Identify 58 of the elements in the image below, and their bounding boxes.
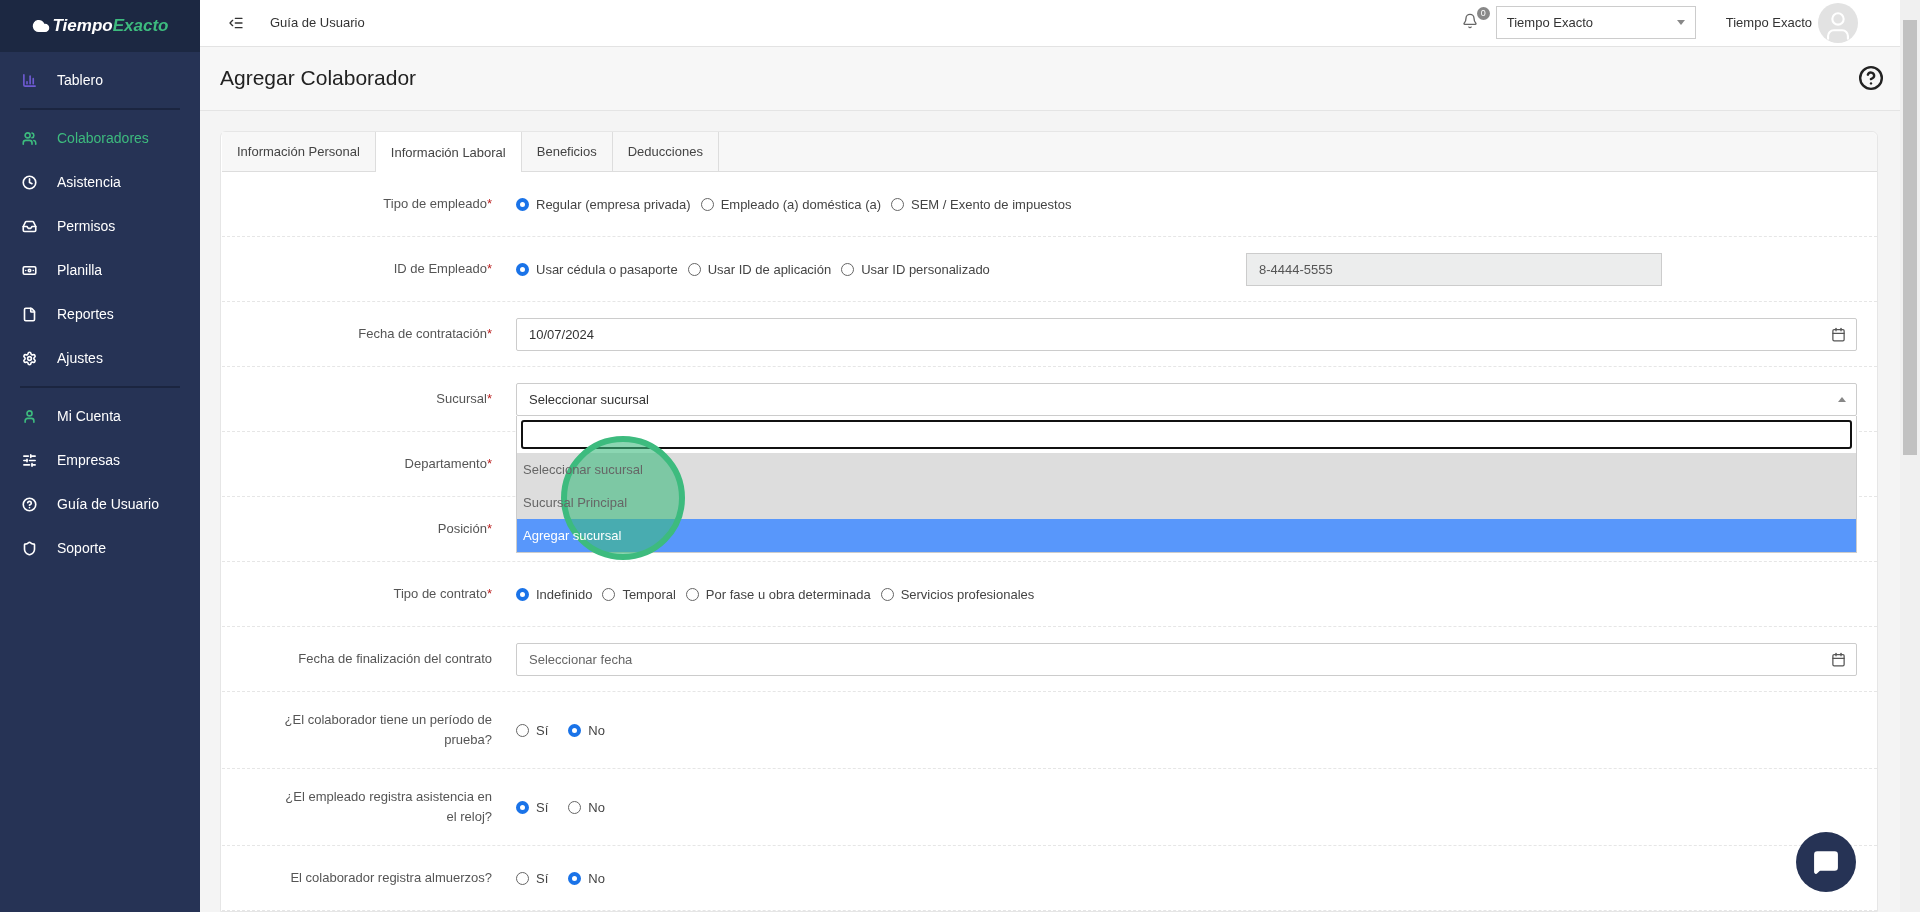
date-field[interactable]: Seleccionar fecha [516, 642, 1857, 676]
field-label: Posición* [436, 520, 492, 538]
radio-option[interactable]: Sí [516, 799, 549, 815]
radio-option[interactable]: SEM / Exento de impuestos [891, 196, 1072, 212]
field-label: ¿El colaborador tiene un período de prueba? [283, 711, 492, 749]
notification-badge: 0 [1476, 6, 1490, 20]
radio-option[interactable]: Usar ID de aplicación [687, 261, 832, 277]
scrollbar[interactable] [1900, 0, 1920, 912]
field-label: Sucursal* [435, 390, 492, 408]
sidebar-item[interactable]: Tablero [20, 58, 180, 102]
bell-icon[interactable] [1461, 12, 1478, 29]
sidebar-item[interactable]: Mi Cuenta [20, 394, 180, 438]
field-label: El colaborador registra almuerzos? [289, 869, 492, 887]
sidebar-item[interactable]: Permisos [20, 204, 180, 248]
user-name: Tiempo Exacto [1725, 15, 1812, 31]
sidebar-item[interactable]: Soporte [20, 526, 180, 570]
radio-option[interactable]: Temporal [602, 586, 676, 602]
cloud-icon [31, 17, 50, 35]
radio-option[interactable]: Empleado (a) doméstica (a) [700, 196, 882, 212]
radio-option[interactable]: Usar cédula o pasaporte [516, 261, 678, 277]
help-icon[interactable] [1858, 65, 1884, 92]
sidebar-item[interactable]: Empresas [20, 438, 180, 482]
radio-option[interactable]: Sí [516, 722, 549, 738]
radio-option[interactable]: No [568, 799, 605, 815]
calendar-icon [1831, 326, 1846, 342]
radio-option[interactable]: Usar ID personalizado [841, 261, 990, 277]
radio-option[interactable]: Regular (empresa privada) [516, 196, 691, 212]
date-field[interactable]: 10/07/2024 [516, 317, 1857, 351]
chat-icon [1813, 849, 1839, 875]
field-label: Tipo de empleado* [382, 195, 492, 213]
field-label: Tipo de contrato* [392, 585, 492, 603]
sidebar-item[interactable]: Asistencia [20, 160, 180, 204]
sidebar-item[interactable]: Reportes [20, 292, 180, 336]
field-label: ¿El empleado registra asistencia en el reloj? [284, 788, 492, 826]
search-field[interactable] [521, 419, 1852, 449]
tab[interactable]: Información Laboral [375, 132, 522, 172]
radio-option[interactable]: Sí [516, 870, 549, 886]
radio-option[interactable]: Por fase u obra determinada [685, 586, 871, 602]
select-field[interactable]: Seleccionar sucursal [516, 382, 1857, 416]
field-label: Departamento* [403, 455, 492, 473]
radio-option[interactable]: No [568, 870, 605, 886]
radio-option[interactable]: Indefinido [516, 586, 593, 602]
page-title: Agregar Colaborador [220, 66, 417, 91]
sidebar-item[interactable]: Guía de Usuario [20, 482, 180, 526]
breadcrumb: Guía de Usuario [270, 15, 366, 31]
caret-icon [1838, 396, 1846, 402]
sidebar-item[interactable]: Planilla [20, 248, 180, 292]
logo-text: TiempoExacto [52, 16, 169, 36]
radio-option[interactable]: No [568, 722, 605, 738]
radio-option[interactable]: Servicios profesionales [880, 586, 1035, 602]
field-label: Fecha de contratación* [357, 325, 492, 343]
sidebar-item[interactable]: Colaboradores [20, 116, 180, 160]
sidebar-item[interactable]: Ajustes [20, 336, 180, 380]
calendar-icon [1831, 651, 1846, 667]
tab[interactable]: Información Personal [222, 132, 376, 171]
field-label: ID de Empleado* [392, 260, 492, 278]
company-select[interactable]: Tiempo Exacto [1495, 6, 1696, 40]
field-label: Fecha de finalización del contrato [297, 650, 492, 668]
